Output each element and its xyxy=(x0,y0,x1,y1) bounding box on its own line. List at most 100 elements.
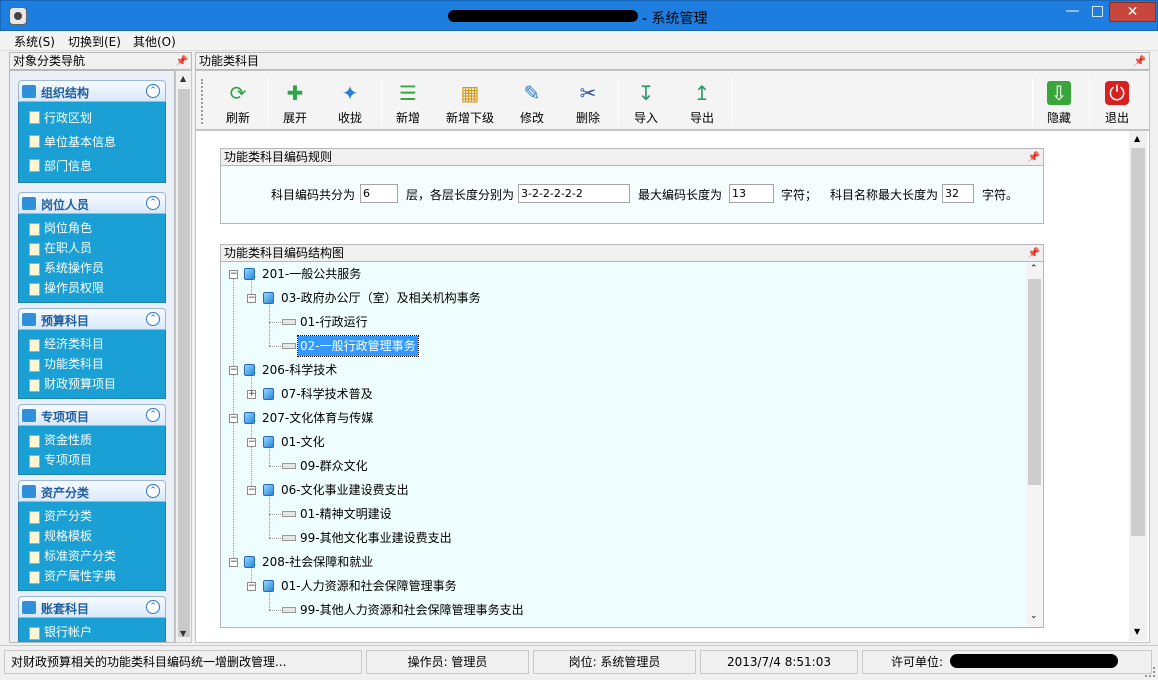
nav-group-assets: 资产分类 ⌃ 资产分类 规格模板 标准资产分类 资产属性字典 xyxy=(18,480,166,591)
tree-toggle-icon[interactable]: − xyxy=(229,558,238,567)
tree-node-label: 02-一般行政管理事务 xyxy=(297,335,419,357)
scroll-up-icon[interactable]: ▲ xyxy=(180,74,186,83)
tree-node[interactable]: − 206-科学技术 xyxy=(221,360,1021,380)
nav-item[interactable]: 经济类科目 xyxy=(19,334,165,354)
tree-toggle-icon[interactable]: − xyxy=(229,366,238,375)
scroll-down-icon[interactable]: ⌄ xyxy=(1030,611,1038,621)
pin-icon[interactable]: 📌 xyxy=(176,54,188,70)
nav-item[interactable]: 在职人员 xyxy=(19,238,165,258)
edit-button[interactable]: ✎ 修改 xyxy=(504,79,560,127)
pin-icon[interactable]: 📌 xyxy=(1028,150,1040,166)
tree-node-label: 03-政府办公厅（室）及相关机构事务 xyxy=(281,291,481,305)
nav-group-header[interactable]: 专项项目 ⌃ xyxy=(18,404,166,426)
menu-switch[interactable]: 切换到(E) xyxy=(68,33,121,50)
maximize-button[interactable]: □ xyxy=(1084,2,1111,22)
export-button[interactable]: ↥ 导出 xyxy=(674,79,730,127)
tree-node[interactable]: − 01-文化 xyxy=(221,432,1021,452)
nav-item[interactable]: 岗位角色 xyxy=(19,218,165,238)
nav-group-header[interactable]: 组织结构 ⌃ xyxy=(18,80,166,102)
scroll-up-icon[interactable]: ▲ xyxy=(1134,134,1140,143)
collapse-icon[interactable]: ⌃ xyxy=(146,196,160,210)
tree-node[interactable]: − 208-社会保障和就业 xyxy=(221,552,1021,572)
tree-toggle-icon[interactable]: − xyxy=(229,414,238,423)
tree-node[interactable]: − 01-人力资源和社会保障管理事务 xyxy=(221,576,1021,596)
tree-node[interactable]: 99-其他文化事业建设费支出 xyxy=(221,528,1021,548)
namelen-input[interactable] xyxy=(942,184,974,203)
nav-item[interactable]: 功能类科目 xyxy=(19,354,165,374)
tree-scrollbar[interactable]: ⌃ ⌄ xyxy=(1026,263,1043,627)
unit-label: 字符； xyxy=(781,188,818,202)
tree-node[interactable]: 01-行政运行 xyxy=(221,312,1021,332)
tree-node[interactable]: − 03-政府办公厅（室）及相关机构事务 xyxy=(221,288,1021,308)
scroll-thumb[interactable] xyxy=(1028,279,1041,485)
tree-toggle-icon[interactable]: − xyxy=(247,582,256,591)
expand-button[interactable]: ✚ 展开 xyxy=(267,79,323,127)
nav-group-header[interactable]: 预算科目 ⌃ xyxy=(18,308,166,330)
tree-node[interactable]: + 07-科学技术普及 xyxy=(221,384,1021,404)
collapse-icon[interactable]: ⌃ xyxy=(146,312,160,326)
exit-button[interactable]: ⏻ 退出 xyxy=(1089,79,1145,127)
import-button[interactable]: ↧ 导入 xyxy=(618,79,674,127)
add-button[interactable]: ☰ 新增 xyxy=(380,79,436,127)
tree-node[interactable]: − 06-文化事业建设费支出 xyxy=(221,480,1021,500)
refresh-button[interactable]: ⟳ 刷新 xyxy=(210,79,266,127)
tree-node[interactable]: − 207-文化体育与传媒 xyxy=(221,408,1021,428)
content-scrollbar[interactable]: ▲ ▼ xyxy=(1129,131,1147,641)
nav-item[interactable]: 操作员权限 xyxy=(19,278,165,298)
nav-item[interactable]: 规格模板 xyxy=(19,526,165,546)
nav-item[interactable]: 银行帐户 xyxy=(19,622,165,642)
nav-item[interactable]: 资产属性字典 xyxy=(19,566,165,586)
scroll-up-icon[interactable]: ⌃ xyxy=(1030,264,1038,274)
menu-system[interactable]: 系统(S) xyxy=(14,33,55,50)
menu-other[interactable]: 其他(O) xyxy=(133,33,176,50)
nav-item[interactable]: 专项项目 xyxy=(19,450,165,470)
tree-toggle-icon[interactable]: − xyxy=(247,486,256,495)
tree-toggle-icon[interactable]: − xyxy=(229,270,238,279)
scroll-down-icon[interactable]: ▼ xyxy=(1134,627,1140,636)
collapse-icon[interactable]: ⌃ xyxy=(146,484,160,498)
tree-node[interactable]: 99-其他人力资源和社会保障管理事务支出 xyxy=(221,600,1021,620)
nav-item[interactable]: 资产分类 xyxy=(19,506,165,526)
minimize-button[interactable]: — xyxy=(1059,2,1086,22)
collapse-icon[interactable]: ⌃ xyxy=(146,408,160,422)
tree-toggle-icon[interactable]: + xyxy=(247,390,256,399)
tree-node[interactable]: 09-群众文化 xyxy=(221,456,1021,476)
tree-toggle-icon[interactable]: − xyxy=(247,294,256,303)
nav-item[interactable]: 部门信息 xyxy=(19,154,165,178)
pin-icon[interactable]: 📌 xyxy=(1028,246,1040,262)
nav-item[interactable]: 系统操作员 xyxy=(19,258,165,278)
close-button[interactable]: ✕ xyxy=(1109,2,1156,22)
nav-item[interactable]: 资金性质 xyxy=(19,430,165,450)
add-child-button[interactable]: ▦ 新增下级 xyxy=(442,79,498,127)
delete-button[interactable]: ✂ 删除 xyxy=(560,79,616,127)
pin-icon[interactable]: 📌 xyxy=(1134,54,1146,70)
nav-group-header[interactable]: 资产分类 ⌃ xyxy=(18,480,166,502)
tree-node[interactable]: 01-精神文明建设 xyxy=(221,504,1021,524)
app-logo-icon[interactable] xyxy=(9,7,27,25)
tree-node[interactable]: − 201-一般公共服务 xyxy=(221,264,1021,284)
tree-node-label: 01-精神文明建设 xyxy=(300,507,392,521)
tree-node-selected[interactable]: 02-一般行政管理事务 xyxy=(221,335,1021,357)
nav-item[interactable]: 财政预算项目 xyxy=(19,374,165,394)
nav-group-staff: 岗位人员 ⌃ 岗位角色 在职人员 系统操作员 操作员权限 xyxy=(18,192,166,303)
scroll-thumb[interactable] xyxy=(1131,148,1145,536)
nav-item[interactable]: 单位基本信息 xyxy=(19,130,165,154)
tree-toggle-icon[interactable]: − xyxy=(247,438,256,447)
nav-group-header[interactable]: 账套科目 ⌃ xyxy=(18,596,166,618)
collapse-button[interactable]: ✦ 收拢 xyxy=(322,79,378,127)
resize-grip-icon[interactable] xyxy=(1145,667,1155,677)
lengths-input[interactable] xyxy=(518,184,630,203)
nav-item[interactable]: 标准资产分类 xyxy=(19,546,165,566)
maxlen-input[interactable] xyxy=(729,184,774,203)
levels-input[interactable] xyxy=(360,184,398,203)
collapse-icon[interactable]: ⌃ xyxy=(146,600,160,614)
toolbar-label: 删除 xyxy=(575,111,600,125)
scroll-thumb[interactable] xyxy=(178,89,190,637)
collapse-icon[interactable]: ⌃ xyxy=(146,84,160,98)
toolbar-grip[interactable] xyxy=(201,79,204,124)
hide-button[interactable]: ⇩ 隐藏 xyxy=(1031,79,1087,127)
nav-item[interactable]: 行政区划 xyxy=(19,106,165,130)
nav-scrollbar[interactable]: ▲ ▼ xyxy=(175,70,192,643)
scroll-down-icon[interactable]: ▼ xyxy=(180,629,186,638)
nav-group-header[interactable]: 岗位人员 ⌃ xyxy=(18,192,166,214)
